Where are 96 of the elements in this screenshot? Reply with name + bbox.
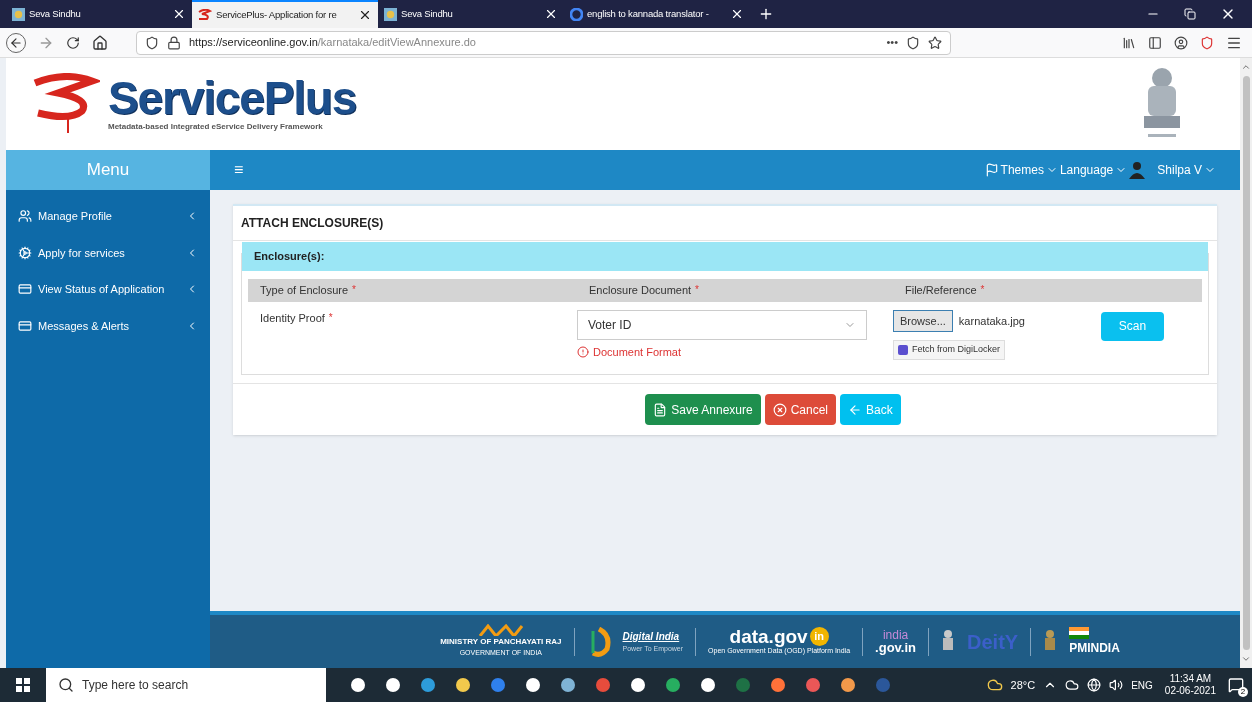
browser-tab[interactable]: english to kannada translator - xyxy=(564,0,750,28)
notification-count: 2 xyxy=(1238,687,1248,697)
taskbar-app-icon[interactable] xyxy=(840,677,856,693)
reload-icon[interactable] xyxy=(66,35,80,50)
taskbar-search-field[interactable]: Type here to search xyxy=(46,668,326,702)
avatar-icon xyxy=(1129,161,1146,179)
more-actions-button[interactable]: ••• xyxy=(886,34,898,51)
close-icon[interactable] xyxy=(172,7,186,21)
google-icon xyxy=(570,7,583,21)
hamburger-button[interactable]: ≡ xyxy=(234,158,244,182)
clock[interactable]: 11:34 AM 02-06-2021 xyxy=(1164,672,1216,698)
footer-logo-text: data.gov xyxy=(729,626,808,646)
new-tab-icon[interactable] xyxy=(758,6,774,22)
menu-header: Menu xyxy=(6,150,210,190)
footer-logo-text: DeitY xyxy=(967,629,1019,655)
footer-logo-text: Digital India xyxy=(622,629,681,644)
document-select[interactable]: Voter ID xyxy=(577,309,867,340)
document-format-link[interactable]: Document Format xyxy=(593,343,682,360)
temperature-text: 28°C xyxy=(1010,677,1036,693)
notifications-icon[interactable] xyxy=(1228,677,1244,693)
lock-icon xyxy=(167,35,181,50)
required-mark: * xyxy=(695,282,699,297)
site-icon xyxy=(384,7,397,21)
browser-tab[interactable]: Seva Sindhu xyxy=(6,0,192,28)
alert-icon xyxy=(577,345,589,358)
search-icon xyxy=(58,677,74,693)
column-header: Type of Enclosure xyxy=(260,282,349,298)
themes-menu[interactable]: Themes xyxy=(1000,161,1044,179)
flag-icon xyxy=(984,163,999,177)
brand-title: ServicePlus xyxy=(108,75,357,121)
file-name: karnataka.jpg xyxy=(958,313,1025,329)
browser-tab[interactable]: ServicePlus- Application for re xyxy=(192,0,378,28)
browser-tab[interactable]: Seva Sindhu xyxy=(378,0,564,28)
document-icon xyxy=(653,402,668,417)
onedrive-icon[interactable] xyxy=(1065,678,1080,692)
users-icon xyxy=(18,209,32,224)
extension-icon[interactable] xyxy=(1200,35,1214,50)
sidebar-icon[interactable] xyxy=(1148,35,1162,50)
panel-title: ATTACH ENCLOSURE(S) xyxy=(233,206,1217,241)
action-button[interactable]: Cancel xyxy=(764,394,837,425)
restore-icon[interactable] xyxy=(1184,8,1196,20)
column-header: Enclosure Document xyxy=(589,282,692,298)
shield-icon xyxy=(145,35,159,50)
taskbar-app-icon[interactable] xyxy=(350,677,366,693)
required-mark: * xyxy=(352,282,356,297)
scroll-up-icon xyxy=(1241,62,1251,72)
footer-logo-text: PMINDIA xyxy=(1069,639,1120,657)
sidebar-item[interactable]: Apply for services xyxy=(6,234,210,271)
taskbar-app-icon[interactable] xyxy=(525,677,541,693)
taskbar-app-icon[interactable] xyxy=(700,677,716,693)
browse-button[interactable]: Browse... xyxy=(893,309,953,332)
column-header: File/Reference xyxy=(905,282,977,298)
close-icon[interactable] xyxy=(730,7,744,21)
close-icon[interactable] xyxy=(358,8,372,22)
taskbar-app-icon[interactable] xyxy=(455,677,471,693)
sidebar-item[interactable]: View Status of Application xyxy=(6,271,210,308)
taskbar-app-icon[interactable] xyxy=(385,677,401,693)
footer-logo-text: MINISTRY OF PANCHAYATI RAJ xyxy=(440,636,562,649)
logo-icon xyxy=(198,9,212,21)
account-icon[interactable] xyxy=(1174,35,1188,50)
language-indicator[interactable]: ENG xyxy=(1131,677,1153,693)
volume-icon[interactable] xyxy=(1109,678,1124,692)
network-icon[interactable] xyxy=(1087,678,1102,692)
action-button[interactable]: Save Annexure xyxy=(645,394,761,425)
library-icon[interactable] xyxy=(1122,35,1136,50)
url-text: https://serviceonline.gov.in/karnataka/editViewAnnexure.do xyxy=(189,35,476,51)
digilocker-icon xyxy=(898,344,908,355)
star-icon[interactable] xyxy=(928,35,942,50)
language-menu[interactable]: Language xyxy=(1059,161,1114,179)
sidebar-item[interactable]: Manage Profile xyxy=(6,198,210,235)
required-mark: * xyxy=(328,310,333,325)
digilocker-button[interactable]: Fetch from DigiLocker xyxy=(893,340,1006,360)
brand-tagline: Metadata-based Integrated eService Delivery Framework xyxy=(108,121,324,133)
address-field[interactable]: https://serviceonline.gov.in/karnataka/editViewAnnexure.do ••• xyxy=(136,30,951,55)
user-menu[interactable]: Shilpa V xyxy=(1157,161,1202,179)
card-icon xyxy=(18,318,32,333)
close-icon[interactable] xyxy=(544,7,558,21)
gears-icon xyxy=(18,245,32,260)
taskbar-app-icon[interactable] xyxy=(630,677,646,693)
scrollbar[interactable] xyxy=(1240,58,1252,668)
taskbar-app-icon[interactable] xyxy=(560,677,576,693)
site-icon xyxy=(12,7,25,21)
home-icon[interactable] xyxy=(92,34,108,51)
scroll-down-icon xyxy=(1241,654,1251,664)
india-flag-icon xyxy=(1069,626,1090,639)
enclosure-type: Identity Proof xyxy=(260,310,325,326)
cancel-icon xyxy=(772,402,787,417)
section-header: Enclosure(s): xyxy=(242,242,1208,271)
footer-logo-text: india xyxy=(882,629,909,641)
footer-logo-badge: in xyxy=(809,626,829,646)
required-mark: * xyxy=(980,282,985,297)
start-icon[interactable] xyxy=(16,678,30,692)
footer-logo-text: .gov.in xyxy=(875,641,917,654)
weather-icon xyxy=(986,677,1003,693)
card-icon xyxy=(18,282,32,297)
sidebar-item[interactable]: Messages & Alerts xyxy=(6,307,210,344)
